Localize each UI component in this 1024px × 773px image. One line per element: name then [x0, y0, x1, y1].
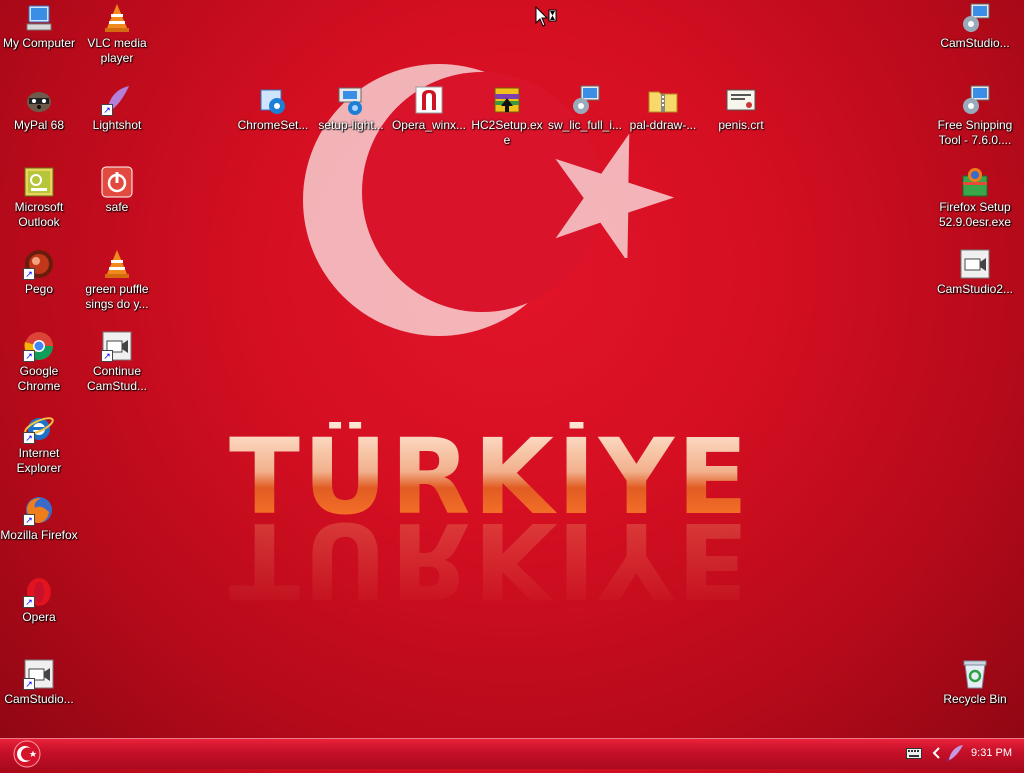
icon-label: CamStudio2...: [936, 282, 1014, 296]
shortcut-arrow-icon: ↗: [23, 268, 35, 280]
desktop-icon-camstudio-bottom[interactable]: ↗ CamStudio...: [0, 658, 78, 707]
desktop-icon-setup-light[interactable]: setup-light...: [312, 84, 390, 133]
desktop-icon-pal-ddraw[interactable]: pal-ddraw-...: [624, 84, 702, 133]
shortcut-arrow-icon: ↗: [23, 678, 35, 690]
desktop-icon-lightshot[interactable]: ↗ Lightshot: [78, 84, 156, 133]
firefox-icon: ↗: [23, 494, 55, 526]
desktop-icon-free-snipping[interactable]: Free Snipping Tool - 7.6.0....: [936, 84, 1014, 148]
shortcut-arrow-icon: ↗: [23, 514, 35, 526]
desktop-icon-opera-winx[interactable]: Opera_winx...: [390, 84, 468, 133]
pego-icon: ↗: [23, 248, 55, 280]
outlook-icon: [23, 166, 55, 198]
desktop-icon-firefox-setup[interactable]: Firefox Setup 52.9.0esr.exe: [936, 166, 1014, 230]
icon-label: Continue CamStud...: [86, 364, 148, 393]
desktop-icon-green-puffle[interactable]: green puffle sings do y...: [78, 248, 156, 312]
lightshot-tray-icon[interactable]: [946, 744, 964, 762]
icon-label: VLC media player: [87, 36, 147, 65]
installer-icon: [959, 2, 991, 34]
icon-label: CamStudio...: [940, 36, 1010, 50]
installer-icon: [959, 84, 991, 116]
icon-label: My Computer: [2, 36, 76, 50]
icon-label: Mozilla Firefox: [0, 528, 78, 542]
icon-label: setup-light...: [318, 118, 384, 132]
start-button[interactable]: [10, 740, 44, 768]
icon-label: Google Chrome: [17, 364, 61, 393]
desktop-icon-camstudio2[interactable]: CamStudio2...: [936, 248, 1014, 297]
firefox-setup-icon: [959, 166, 991, 198]
chevron-left-icon[interactable]: [932, 746, 942, 760]
vlc-cone-icon: [101, 248, 133, 280]
shortcut-arrow-icon: ↗: [101, 104, 113, 116]
icon-label: pal-ddraw-...: [629, 118, 697, 132]
icon-label: Pego: [24, 282, 54, 296]
crescent-star-icon: [13, 740, 41, 768]
desktop-icon-penis-crt[interactable]: penis.crt: [702, 84, 780, 133]
desktop: TÜRKİYE TÜRKİYE My Computer MyPal 68 Mic…: [0, 0, 1024, 738]
desktop-icon-chromeset[interactable]: ChromeSet...: [234, 84, 312, 133]
desktop-icon-sw-lic[interactable]: sw_lic_full_i...: [546, 84, 624, 133]
icon-label: green puffle sings do y...: [85, 282, 149, 311]
clock[interactable]: 9:31 PM: [971, 747, 1012, 759]
opera-installer-icon: [413, 84, 445, 116]
internet-explorer-icon: ↗: [23, 412, 55, 444]
camstudio-icon: ↗: [23, 658, 55, 690]
icon-label: Opera: [22, 610, 56, 624]
desktop-icon-hc2setup[interactable]: HC2Setup.exe: [468, 84, 546, 148]
desktop-icon-mypal[interactable]: MyPal 68: [0, 84, 78, 133]
icon-label: ChromeSet...: [237, 118, 309, 132]
opera-icon: ↗: [23, 576, 55, 608]
wallpaper-star: [555, 133, 675, 258]
installer-icon: [257, 84, 289, 116]
camstudio-icon: [959, 248, 991, 280]
icon-label: Lightshot: [92, 118, 142, 132]
icon-label: penis.crt: [718, 118, 764, 132]
desktop-icon-ie[interactable]: ↗ Internet Explorer: [0, 412, 78, 476]
icon-label: Opera_winx...: [391, 118, 467, 132]
shortcut-arrow-icon: ↗: [101, 350, 113, 362]
desktop-icon-chrome[interactable]: ↗ Google Chrome: [0, 330, 78, 394]
icon-label: Microsoft Outlook: [14, 200, 64, 229]
zip-folder-icon: [647, 84, 679, 116]
desktop-icon-my-computer[interactable]: My Computer: [0, 2, 78, 51]
keyboard-icon[interactable]: [906, 746, 922, 760]
desktop-icon-continue-camstudio[interactable]: ↗ Continue CamStud...: [78, 330, 156, 394]
certificate-icon: [725, 84, 757, 116]
archive-installer-icon: [491, 84, 523, 116]
vlc-cone-icon: [101, 2, 133, 34]
desktop-icon-outlook[interactable]: Microsoft Outlook: [0, 166, 78, 230]
installer-icon: [335, 84, 367, 116]
desktop-icon-recycle-bin[interactable]: Recycle Bin: [936, 658, 1014, 707]
icon-label: Internet Explorer: [16, 446, 62, 475]
desktop-icon-safe[interactable]: safe: [78, 166, 156, 215]
power-icon: [101, 166, 133, 198]
desktop-icon-firefox[interactable]: ↗ Mozilla Firefox: [0, 494, 78, 543]
installer-icon: [569, 84, 601, 116]
desktop-icon-pego[interactable]: ↗ Pego: [0, 248, 78, 297]
icon-label: Firefox Setup 52.9.0esr.exe: [938, 200, 1012, 229]
icon-label: sw_lic_full_i...: [547, 118, 623, 132]
feather-icon: ↗: [101, 84, 133, 116]
shortcut-arrow-icon: ↗: [23, 432, 35, 444]
chrome-icon: ↗: [23, 330, 55, 362]
icon-label: HC2Setup.exe: [471, 118, 543, 147]
taskbar: 9:31 PM: [0, 738, 1024, 769]
icon-label: Free Snipping Tool - 7.6.0....: [937, 118, 1013, 147]
raccoon-icon: [23, 84, 55, 116]
camstudio-icon: ↗: [101, 330, 133, 362]
shortcut-arrow-icon: ↗: [23, 596, 35, 608]
icon-label: safe: [105, 200, 129, 214]
recycle-bin-icon: [959, 658, 991, 690]
computer-icon: [23, 2, 55, 34]
icon-label: Recycle Bin: [943, 692, 1007, 706]
shortcut-arrow-icon: ↗: [23, 350, 35, 362]
system-tray: 9:31 PM: [900, 739, 1024, 769]
icon-label: MyPal 68: [13, 118, 65, 132]
wallpaper-title-reflection: TÜRKİYE: [228, 499, 752, 621]
desktop-icon-camstudio-top-right[interactable]: CamStudio...: [936, 2, 1014, 51]
mouse-cursor-icon: [535, 6, 557, 27]
desktop-icon-opera[interactable]: ↗ Opera: [0, 576, 78, 625]
icon-label: CamStudio...: [4, 692, 74, 706]
desktop-icon-vlc[interactable]: VLC media player: [78, 2, 156, 66]
